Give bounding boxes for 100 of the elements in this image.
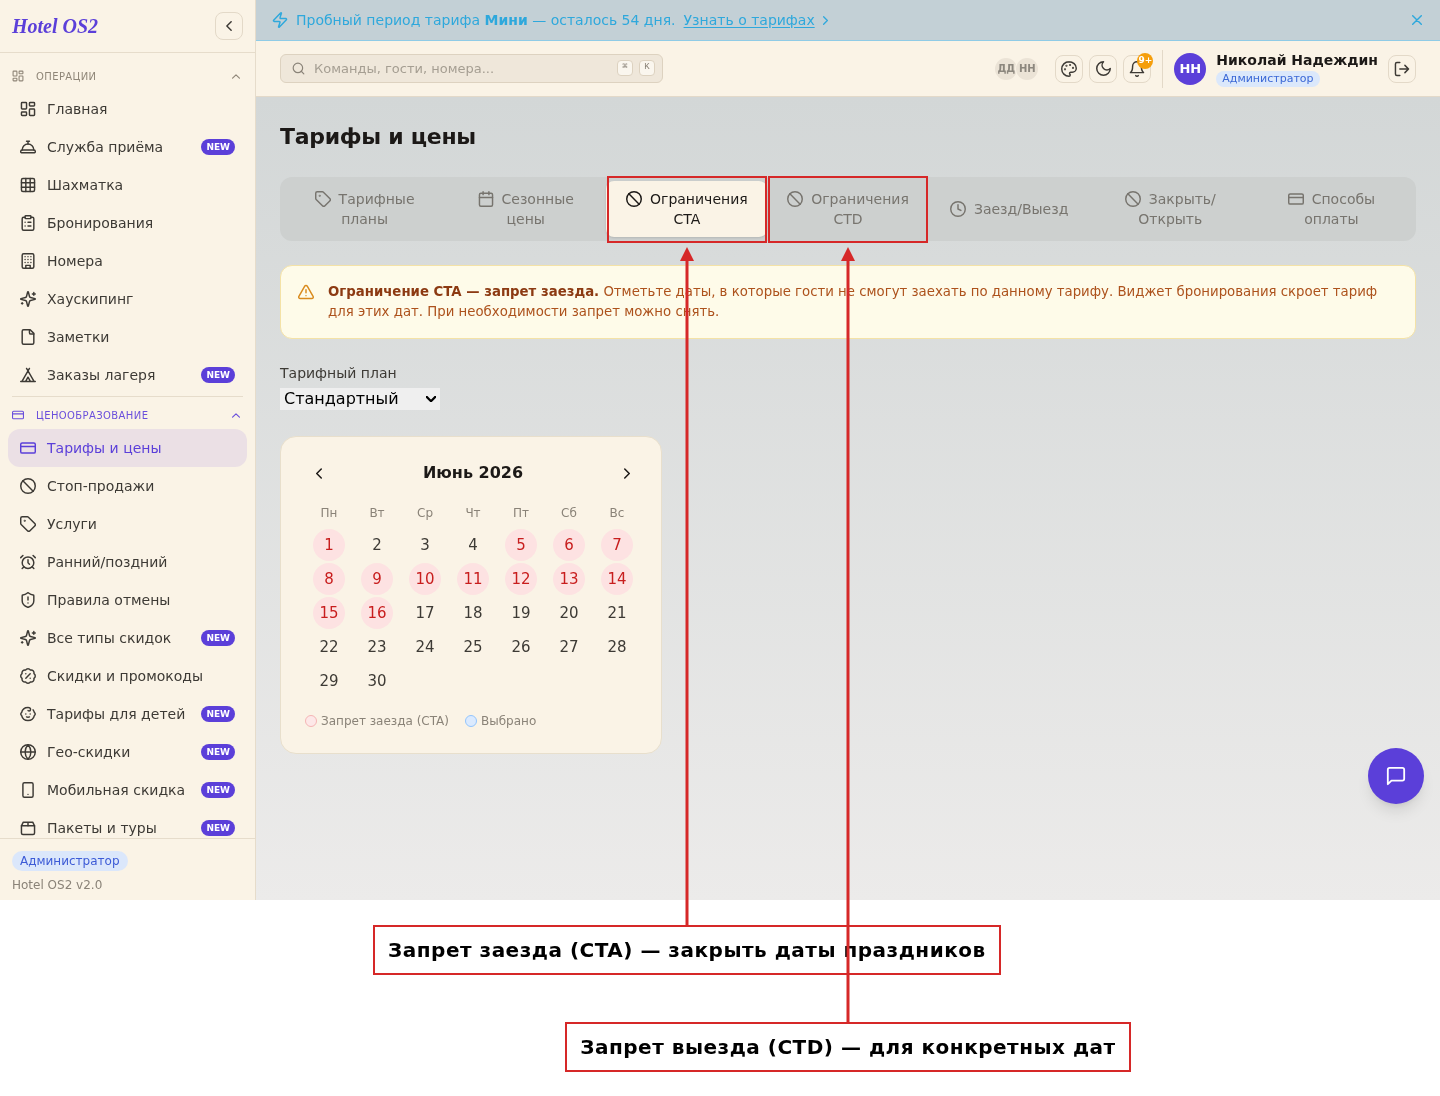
sidebar-item[interactable]: Шахматка — [8, 166, 247, 204]
new-badge: NEW — [201, 782, 235, 798]
calendar-day[interactable]: 8 — [313, 563, 345, 595]
card-icon — [12, 409, 24, 421]
calendar-day[interactable]: 5 — [505, 529, 537, 561]
logout-icon — [1394, 60, 1410, 77]
prohibited-icon — [1124, 191, 1141, 207]
theme-button[interactable] — [1055, 54, 1084, 83]
sidebar-item[interactable]: Номера — [8, 242, 247, 280]
calendar-day[interactable]: 21 — [601, 597, 633, 629]
prohibited-icon — [787, 191, 804, 207]
globe-icon — [20, 744, 36, 760]
calendar-day[interactable]: 30 — [361, 665, 393, 697]
shortcut-key: ⌘ — [617, 60, 633, 76]
annotation-callout: Запрет выезда (CTD) — для конкретных дат — [565, 1022, 1131, 1072]
calendar-day[interactable]: 6 — [553, 529, 585, 561]
calendar-day[interactable]: 15 — [313, 597, 345, 629]
calendar-day[interactable]: 12 — [505, 563, 537, 595]
calendar-day[interactable]: 25 — [457, 631, 489, 663]
weekday-label: Ср — [416, 505, 434, 521]
sidebar-item[interactable]: Гео-скидки NEW — [8, 733, 247, 771]
sidebar-item[interactable]: Заказы лагеря NEW — [8, 356, 247, 394]
presence-avatar: ДД — [995, 57, 1018, 80]
calendar-day[interactable]: 20 — [553, 597, 585, 629]
lightning-icon — [272, 12, 288, 28]
calendar-day[interactable]: 3 — [409, 529, 441, 561]
calendar-day[interactable]: 18 — [457, 597, 489, 629]
calendar-day[interactable]: 28 — [601, 631, 633, 663]
presence-avatar: НН — [1016, 57, 1039, 80]
tab[interactable]: Ограничения CTA — [606, 181, 768, 237]
search-icon — [292, 62, 305, 75]
section-header[interactable]: ЦЕНООБРАЗОВАНИЕ — [0, 403, 255, 427]
clock-icon — [949, 201, 966, 217]
user-avatar[interactable]: НН — [1174, 52, 1207, 85]
calendar-day[interactable]: 11 — [457, 563, 489, 595]
calendar-day[interactable]: 23 — [361, 631, 393, 663]
chat-button[interactable] — [1368, 748, 1424, 804]
calendar-day[interactable]: 9 — [361, 563, 393, 595]
legend-swatch-icon — [465, 715, 477, 727]
sidebar-item[interactable]: Правила отмены — [8, 581, 247, 619]
sidebar-item[interactable]: Мобильная скидка NEW — [8, 771, 247, 809]
notification-badge: 9+ — [1137, 52, 1154, 69]
version-text: Hotel OS2 v2.0 — [12, 877, 104, 893]
calendar-day[interactable]: 24 — [409, 631, 441, 663]
close-icon — [1412, 15, 1422, 25]
calendar-day[interactable]: 29 — [313, 665, 345, 697]
calendar-day[interactable]: 7 — [601, 529, 633, 561]
new-badge: NEW — [201, 820, 235, 836]
calendar-day[interactable]: 19 — [505, 597, 537, 629]
calendar-day[interactable]: 27 — [553, 631, 585, 663]
dark-mode-button[interactable] — [1089, 54, 1118, 83]
chevron-down-icon — [426, 396, 436, 402]
layout-icon — [12, 70, 24, 82]
sidebar-item[interactable]: Тарифы и цены — [8, 429, 247, 467]
sidebar-item[interactable]: Хаускипинг — [8, 280, 247, 318]
sidebar-item[interactable]: Заметки — [8, 318, 247, 356]
page-title: Тарифы и цены — [280, 123, 477, 151]
sidebar-item[interactable]: Пакеты и туры NEW — [8, 809, 247, 838]
calendar-day[interactable]: 10 — [409, 563, 441, 595]
calendar-day[interactable]: 14 — [601, 563, 633, 595]
sidebar-item[interactable]: Скидки и промокоды — [8, 657, 247, 695]
tag-icon — [20, 516, 36, 532]
card-icon — [20, 440, 36, 456]
calendar-day[interactable]: 17 — [409, 597, 441, 629]
calendar-day[interactable]: 16 — [361, 597, 393, 629]
tag-icon — [314, 191, 331, 207]
calendar-day[interactable]: 26 — [505, 631, 537, 663]
calendar-day[interactable]: 13 — [553, 563, 585, 595]
chevron-left-icon — [316, 467, 322, 479]
sidebar-item[interactable]: Услуги — [8, 505, 247, 543]
calendar-day[interactable]: 22 — [313, 631, 345, 663]
sidebar-item[interactable]: Бронирования — [8, 204, 247, 242]
calendar-day[interactable]: 1 — [313, 529, 345, 561]
legend-swatch-icon — [305, 715, 317, 727]
sidebar-item[interactable]: Ранний/поздний — [8, 543, 247, 581]
calendar-day[interactable]: 2 — [361, 529, 393, 561]
sidebar-item[interactable]: Стоп-продажи — [8, 467, 247, 505]
weekday-label: Вт — [368, 505, 386, 521]
logout-button[interactable] — [1388, 54, 1416, 83]
sidebar-item[interactable]: Все типы скидок NEW — [8, 619, 247, 657]
card-icon — [1287, 191, 1304, 207]
box-icon — [20, 820, 36, 836]
user-name: Николай Надеждин — [1216, 50, 1378, 69]
new-badge: NEW — [201, 139, 235, 155]
phone-icon — [20, 782, 36, 798]
sidebar-item[interactable]: Главная — [8, 90, 247, 128]
plan-select[interactable]: Стандартный — [280, 388, 440, 410]
legend-label: Выбрано — [481, 713, 537, 729]
field-label: Тарифный план — [280, 364, 398, 383]
sidebar-item[interactable]: Служба приёма NEW — [8, 128, 247, 166]
sidebar-item[interactable]: Тарифы для детей NEW — [8, 695, 247, 733]
document-icon — [20, 329, 36, 345]
collapse-sidebar-button[interactable] — [215, 12, 243, 40]
chat-icon — [1386, 766, 1406, 786]
calendar-day[interactable]: 4 — [457, 529, 489, 561]
table-grid-icon — [20, 177, 36, 193]
month-title: Июнь 2026 — [422, 462, 524, 484]
prohibited-icon — [20, 478, 36, 494]
layout-icon — [20, 101, 36, 117]
role-badge: Администратор — [12, 851, 128, 871]
